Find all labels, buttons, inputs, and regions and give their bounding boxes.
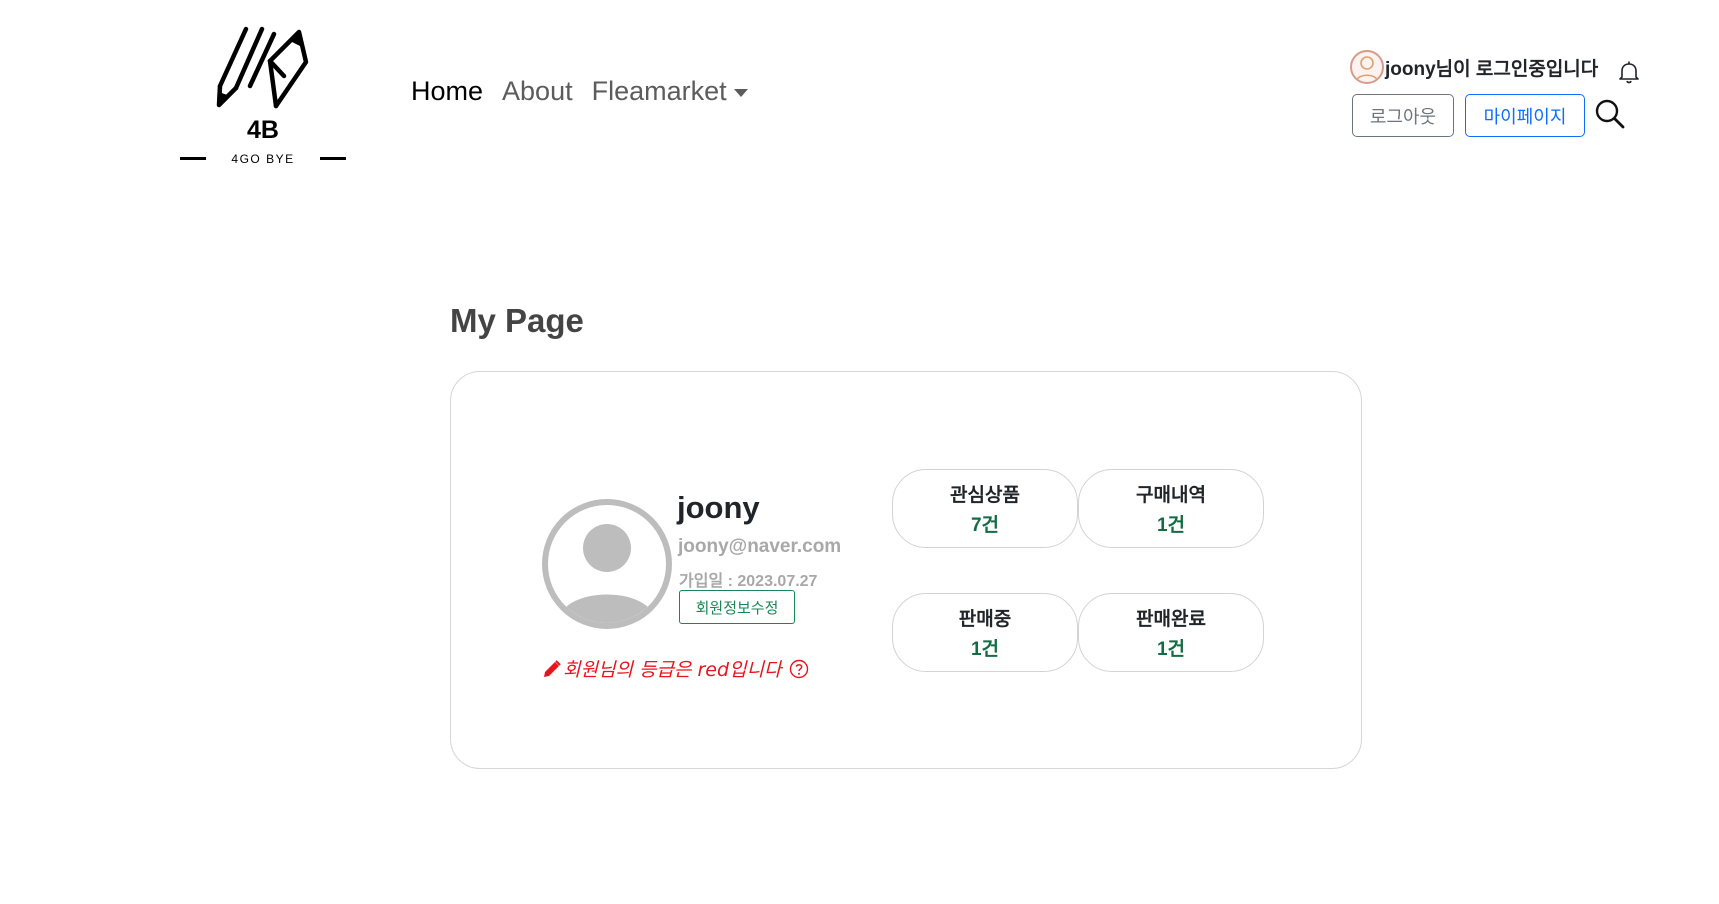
page-title: My Page — [450, 302, 584, 339]
stat-selling[interactable]: 판매중 1건 — [892, 593, 1078, 672]
user-placeholder-icon — [558, 524, 656, 623]
profile-username: joony — [677, 490, 760, 525]
login-status-text: joony님이 로그인중입니다 — [1385, 58, 1599, 80]
pencil-icon — [544, 659, 561, 677]
stat-count: 1건 — [1156, 515, 1186, 536]
site-logo[interactable]: 4B 4GO BYE — [178, 26, 348, 166]
nav-fleamarket-label: Fleamarket — [591, 76, 727, 106]
member-grade-text: 회원님의 등급은 red입니다 — [563, 659, 782, 681]
main-nav: Home About Fleamarket — [411, 76, 767, 107]
stat-label: 판매완료 — [1136, 609, 1206, 630]
nav-about[interactable]: About — [502, 76, 573, 107]
search-icon[interactable] — [1594, 98, 1626, 134]
stat-count: 7건 — [970, 515, 1000, 536]
member-grade: 회원님의 등급은 red입니다 — [543, 655, 809, 682]
stat-label: 관심상품 — [950, 485, 1020, 506]
profile-card: joony joony@naver.com 가입일 : 2023.07.27 회… — [450, 371, 1362, 769]
caret-down-icon — [733, 88, 748, 97]
stat-label: 구매내역 — [1136, 485, 1206, 506]
logo-title: 4B — [247, 116, 279, 144]
user-area: joony님이 로그인중입니다 로그아웃 마이페이지 — [1350, 46, 1640, 146]
mypage-button[interactable]: 마이페이지 — [1465, 94, 1585, 137]
stat-count: 1건 — [1156, 639, 1186, 660]
profile-avatar — [542, 499, 672, 629]
logo-divider-right — [320, 157, 346, 160]
nav-fleamarket-dropdown[interactable]: Fleamarket — [592, 76, 748, 107]
help-circle-icon[interactable] — [789, 659, 809, 679]
edit-profile-button[interactable]: 회원정보수정 — [679, 590, 795, 624]
bell-icon[interactable] — [1618, 60, 1640, 88]
profile-join-date: 가입일 : 2023.07.27 — [679, 573, 818, 590]
profile-email: joony@naver.com — [678, 536, 842, 557]
stat-wishlist[interactable]: 관심상품 7건 — [892, 469, 1078, 548]
stat-label: 판매중 — [958, 609, 1012, 630]
stat-purchases[interactable]: 구매내역 1건 — [1078, 469, 1264, 548]
user-avatar-icon — [1350, 50, 1384, 84]
stat-count: 1건 — [970, 639, 1000, 660]
login-status: joony님이 로그인중입니다 — [1350, 50, 1598, 84]
logout-button[interactable]: 로그아웃 — [1352, 94, 1454, 137]
pencil-logo-icon — [216, 26, 309, 109]
stat-sold[interactable]: 판매완료 1건 — [1078, 593, 1264, 672]
nav-home[interactable]: Home — [411, 76, 483, 107]
